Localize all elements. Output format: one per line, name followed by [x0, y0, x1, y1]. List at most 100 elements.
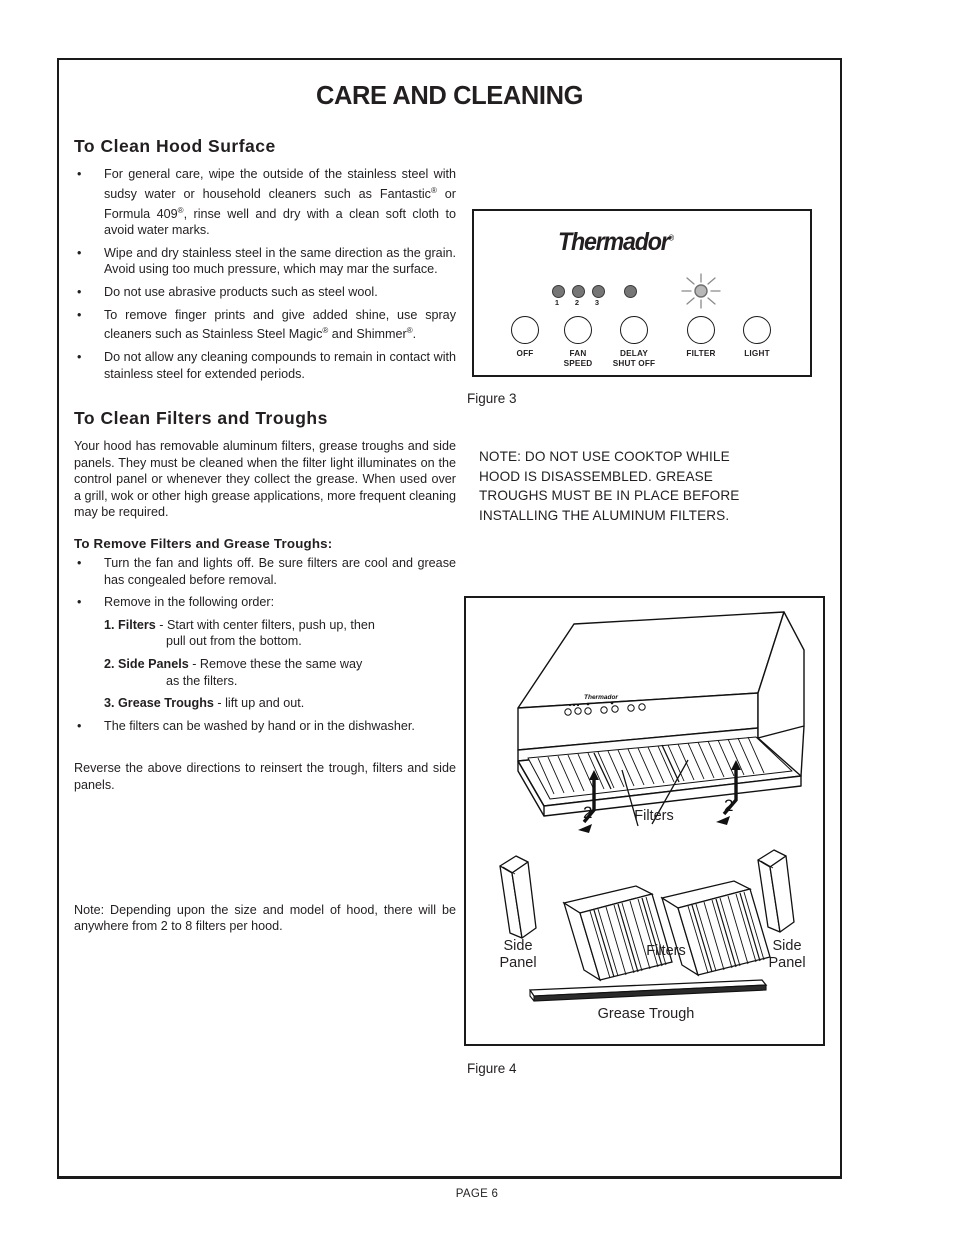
- list-item: • Do not use abrasive products such as s…: [74, 284, 456, 301]
- figure-3-control-panel: Thermador® 1 2 3 OFF FAN SPEED DELAY SHU…: [472, 209, 812, 377]
- list-item: • Remove in the following order:: [74, 594, 456, 611]
- note-line-1: NOTE: DO NOT USE COOKTOP WHILE: [479, 449, 730, 464]
- side-panel-left-shape: [499, 855, 537, 939]
- svg-text:Thermador: Thermador: [584, 694, 618, 701]
- label-line2: Panel: [768, 955, 806, 971]
- clean-hood-bullet-list: • For general care, wipe the outside of …: [74, 166, 456, 382]
- registered-trademark-icon: ®: [668, 233, 675, 243]
- subheading-remove-filters: To Remove Filters and Grease Troughs:: [74, 536, 333, 552]
- label-line1: Side: [503, 938, 533, 954]
- bullet-icon: •: [77, 245, 82, 260]
- removal-steps-list: 1. Filters - Start with center filters, …: [74, 617, 456, 712]
- bullet-icon: •: [77, 284, 82, 299]
- footer-divider: [57, 1178, 842, 1179]
- led-delay-shut-off: [624, 285, 637, 298]
- list-item: • To remove finger prints and give added…: [74, 307, 456, 343]
- label-filters-top: Filters: [634, 808, 674, 824]
- cooktop-warning-note: NOTE: DO NOT USE COOKTOP WHILE HOOD IS D…: [479, 447, 809, 525]
- list-item-text: The filters can be washed by hand or in …: [104, 718, 415, 733]
- list-item: • Wipe and dry stainless steel in the sa…: [74, 245, 456, 278]
- note-line-4: INSTALLING THE ALUMINUM FILTERS.: [479, 507, 730, 523]
- callout-number-left: 2: [583, 803, 593, 822]
- list-item-text: To remove finger prints and give added s…: [104, 307, 456, 342]
- list-item: • Do not allow any cleaning compounds to…: [74, 349, 456, 382]
- clean-filters-intro: Your hood has removable aluminum filters…: [74, 439, 456, 520]
- label-line2: Panel: [499, 955, 537, 971]
- list-item-text: Turn the fan and lights off. Be sure fil…: [104, 556, 456, 587]
- step-text-continued: as the filters.: [166, 673, 238, 688]
- label-line1: Side: [772, 938, 802, 954]
- list-item-text: Wipe and dry stainless steel in the same…: [104, 245, 456, 277]
- list-item-text: Do not allow any cleaning compounds to r…: [104, 349, 456, 381]
- list-item: • The filters can be washed by hand or i…: [74, 718, 456, 735]
- page-title: CARE AND CLEANING: [315, 82, 584, 110]
- step-label: 2. Side Panels: [104, 657, 189, 672]
- step-dash: -: [159, 617, 164, 632]
- bullet-icon: •: [77, 167, 82, 181]
- side-panel-right-shape: [757, 849, 795, 933]
- bullet-icon: •: [77, 595, 82, 610]
- thermador-logo: Thermador®: [558, 228, 674, 257]
- figure-3-caption: Figure 3: [467, 391, 517, 406]
- button-light[interactable]: [743, 316, 771, 344]
- button-label-line1: DELAY: [620, 349, 648, 358]
- page-border: CARE AND CLEANING To Clean Hood Surface …: [57, 58, 842, 1178]
- led-label-3: 3: [594, 298, 600, 307]
- button-off[interactable]: [511, 316, 539, 344]
- reverse-directions-note: Reverse the above directions to reinsert…: [74, 761, 456, 792]
- list-item-text: Remove in the following order:: [104, 595, 275, 610]
- button-delay-shut-off[interactable]: [620, 316, 648, 344]
- left-column: To Clean Hood Surface • For general care…: [74, 136, 456, 945]
- label-grease-trough: Grease Trough: [597, 1006, 695, 1022]
- thermador-wordmark: Thermador: [558, 228, 670, 256]
- step-text: Start with center filters, push up, then: [167, 617, 375, 632]
- button-label-line1: FAN: [569, 349, 587, 358]
- grease-trough-shape: [528, 979, 768, 1002]
- button-fan-speed[interactable]: [564, 316, 592, 344]
- button-label-line2: SHUT OFF: [612, 358, 656, 368]
- list-item: • For general care, wipe the outside of …: [74, 166, 456, 239]
- figure-4-caption: Figure 4: [467, 1061, 517, 1076]
- led-fan-speed-3: [592, 285, 605, 298]
- button-label-delay-shut-off: DELAY SHUT OFF: [599, 349, 669, 368]
- list-item: 1. Filters - Start with center filters, …: [74, 617, 456, 650]
- filters-per-hood-note: Note: Depending upon the size and model …: [74, 902, 456, 934]
- footer-page-number: PAGE 6: [455, 1188, 499, 1200]
- step-dash: -: [217, 696, 222, 711]
- button-filter[interactable]: [687, 316, 715, 344]
- list-item: • Turn the fan and lights off. Be sure f…: [74, 555, 456, 588]
- step-label: 1. Filters: [104, 617, 156, 632]
- label-side-panel-left: Side Panel: [482, 938, 554, 972]
- wash-filters-bullet-list: • The filters can be washed by hand or i…: [74, 718, 456, 735]
- button-label-light: LIGHT: [744, 349, 770, 358]
- bullet-icon: •: [77, 307, 82, 322]
- led-fan-speed-2: [572, 285, 585, 298]
- callout-number-right: 2: [724, 796, 734, 815]
- filter-block-1: [562, 885, 673, 982]
- step-text: lift up and out.: [225, 696, 305, 711]
- led-label-1: 1: [554, 298, 560, 307]
- heading-clean-hood-surface: To Clean Hood Surface: [74, 136, 276, 156]
- note-line-2: HOOD IS DISASSEMBLED. GREASE: [479, 468, 713, 484]
- figure-4-hood-diagram: Thermador Filters 2 2 Side Panel Filters…: [464, 596, 825, 1046]
- filter-indicator-starburst-icon: [681, 273, 721, 309]
- led-fan-speed-1: [552, 285, 565, 298]
- list-item: 2. Side Panels - Remove these the same w…: [74, 656, 456, 689]
- label-side-panel-right: Side Panel: [751, 938, 823, 972]
- list-item-text: Do not use abrasive products such as ste…: [104, 284, 378, 299]
- remove-filters-bullet-list: • Turn the fan and lights off. Be sure f…: [74, 555, 456, 611]
- heading-clean-filters-troughs: To Clean Filters and Troughs: [74, 408, 328, 429]
- step-label: 3. Grease Troughs: [104, 696, 214, 711]
- led-label-2: 2: [574, 298, 580, 307]
- step-dash: -: [192, 657, 197, 672]
- list-item-text: For general care, wipe the outside of th…: [104, 167, 456, 238]
- list-item: 3. Grease Troughs - lift up and out.: [74, 695, 456, 712]
- label-filters-bottom: Filters: [646, 943, 686, 959]
- bullet-icon: •: [77, 718, 82, 733]
- step-text-continued: pull out from the bottom.: [166, 634, 302, 649]
- note-line-3: TROUGHS MUST BE IN PLACE BEFORE: [479, 488, 740, 503]
- step-text: Remove these the same way: [199, 657, 363, 672]
- bullet-icon: •: [77, 556, 82, 571]
- button-label-line2: SPEED: [563, 358, 593, 368]
- bullet-icon: •: [77, 349, 82, 364]
